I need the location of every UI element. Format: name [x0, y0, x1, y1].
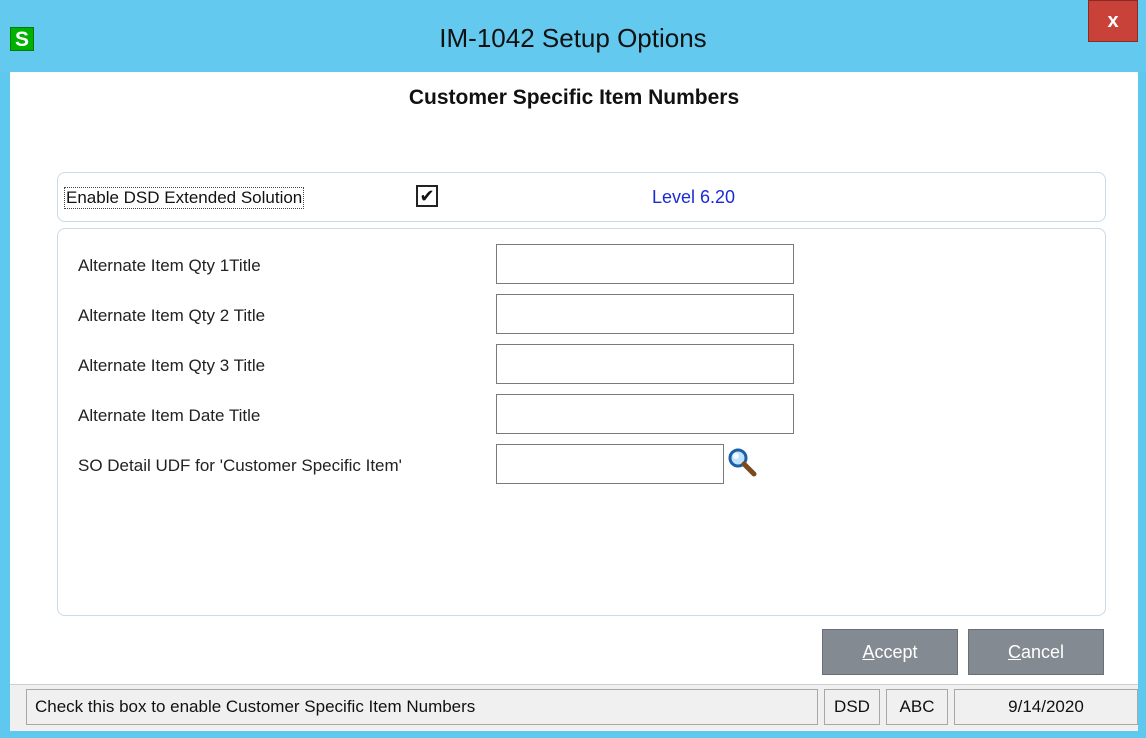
alt-date-title-label: Alternate Item Date Title: [78, 406, 261, 425]
magnifier-icon[interactable]: [726, 446, 758, 478]
status-company: ABC: [886, 689, 948, 725]
window-title: IM-1042 Setup Options: [439, 23, 707, 53]
page-title: Customer Specific Item Numbers: [408, 86, 740, 109]
close-button[interactable]: x: [1088, 0, 1138, 42]
cancel-label-rest: ancel: [1020, 642, 1065, 662]
alt-qty3-title-input[interactable]: [496, 344, 794, 384]
dialog-body: Customer Specific Item Numbers Enable DS…: [10, 72, 1138, 731]
status-module: DSD: [824, 689, 880, 725]
accept-hotkey: A: [862, 642, 875, 662]
alt-qty3-title-label: Alternate Item Qty 3 Title: [78, 356, 266, 375]
alt-qty1-title-input[interactable]: [496, 244, 794, 284]
enable-dsd-label[interactable]: Enable DSD Extended Solution: [63, 187, 305, 209]
alt-qty1-title-label: Alternate Item Qty 1Title: [78, 256, 261, 275]
enable-dsd-checkbox[interactable]: ✔: [416, 185, 438, 207]
alt-qty2-title-label: Alternate Item Qty 2 Title: [78, 306, 266, 325]
titles-panel: Alternate Item Qty 1Title Alternate Item…: [57, 228, 1106, 616]
accept-button[interactable]: Accept: [822, 629, 958, 675]
status-date: 9/14/2020: [954, 689, 1138, 725]
cancel-hotkey: C: [1007, 642, 1021, 662]
level-text: Level 6.20: [652, 187, 736, 207]
accept-label-rest: ccept: [874, 642, 918, 662]
enable-panel: Enable DSD Extended Solution ✔ Level 6.2…: [57, 172, 1106, 222]
status-message: Check this box to enable Customer Specif…: [26, 689, 818, 725]
alt-date-title-input[interactable]: [496, 394, 794, 434]
alt-qty2-title-input[interactable]: [496, 294, 794, 334]
title-bar[interactable]: S IM-1042 Setup Options x: [0, 0, 1146, 72]
so-detail-udf-label: SO Detail UDF for 'Customer Specific Ite…: [78, 456, 402, 475]
so-detail-udf-input[interactable]: [496, 444, 724, 484]
status-bar: Check this box to enable Customer Specif…: [10, 684, 1138, 731]
setup-options-window: S IM-1042 Setup Options x Customer Speci…: [0, 0, 1146, 738]
cancel-button[interactable]: Cancel: [968, 629, 1104, 675]
